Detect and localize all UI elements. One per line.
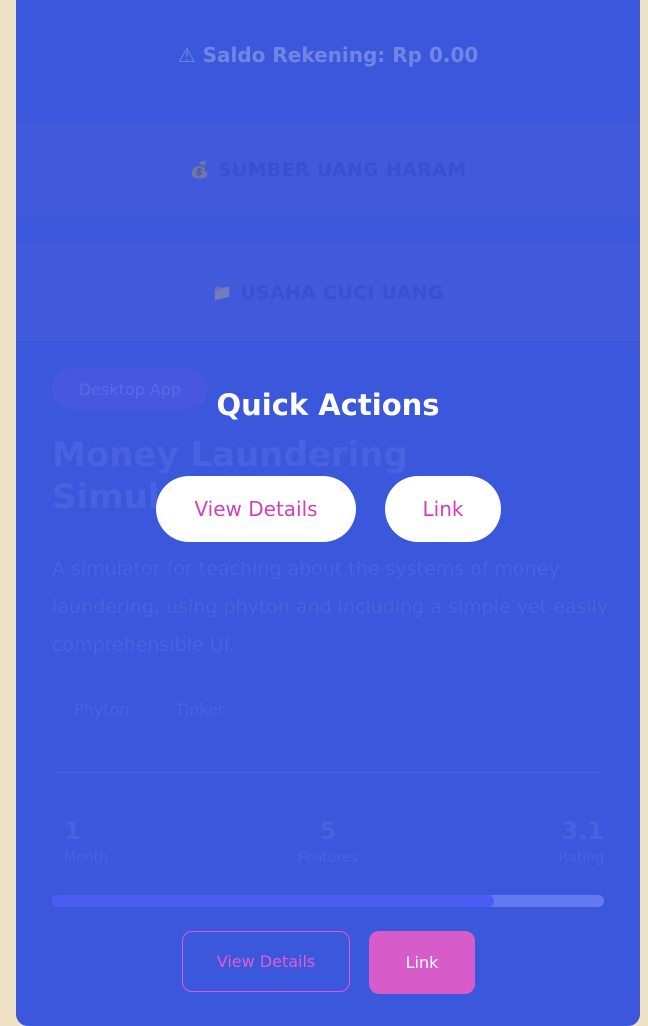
quick-actions-title: Quick Actions xyxy=(216,388,440,422)
stat-value: 1 xyxy=(64,817,81,845)
section-laundering-business[interactable]: 📁 USAHA CUCI UANG xyxy=(16,244,640,341)
section-label: SUMBER UANG HARAM xyxy=(217,158,467,181)
project-card: ⚠ Saldo Rekening: Rp 0.00 💰 SUMBER UANG … xyxy=(16,0,640,1026)
stat-label: Features xyxy=(297,850,359,866)
bag-icon: 💰 xyxy=(189,160,210,179)
stat-features: 5 Features xyxy=(288,815,368,869)
view-details-button[interactable]: View Details xyxy=(182,931,350,992)
progress-fill xyxy=(52,895,494,907)
balance-text: ⚠ Saldo Rekening: Rp 0.00 xyxy=(177,43,479,67)
folder-icon: 📁 xyxy=(212,283,233,302)
stat-month: 1 Month xyxy=(64,815,108,869)
quick-link-button[interactable]: Link xyxy=(385,476,501,542)
stat-rating: 3.1 Rating xyxy=(559,815,604,869)
tag: Phyton xyxy=(74,700,130,719)
project-description: A simulator for teaching about the syste… xyxy=(52,558,609,656)
progress-bar xyxy=(52,895,604,907)
stat-value: 3.1 xyxy=(561,817,604,845)
balance-banner: ⚠ Saldo Rekening: Rp 0.00 xyxy=(16,0,640,110)
stat-value: 5 xyxy=(319,817,337,845)
tag: Tinker xyxy=(175,700,225,719)
quick-view-details-button[interactable]: View Details xyxy=(156,476,356,542)
stat-label: Month xyxy=(64,850,108,866)
divider xyxy=(52,772,604,773)
stat-label: Rating xyxy=(558,850,604,866)
link-button[interactable]: Link xyxy=(369,931,475,994)
section-label: USAHA CUCI UANG xyxy=(240,281,444,304)
tag-list: Phyton Tinker xyxy=(74,700,224,719)
section-illegal-money[interactable]: 💰 SUMBER UANG HARAM xyxy=(16,121,640,218)
